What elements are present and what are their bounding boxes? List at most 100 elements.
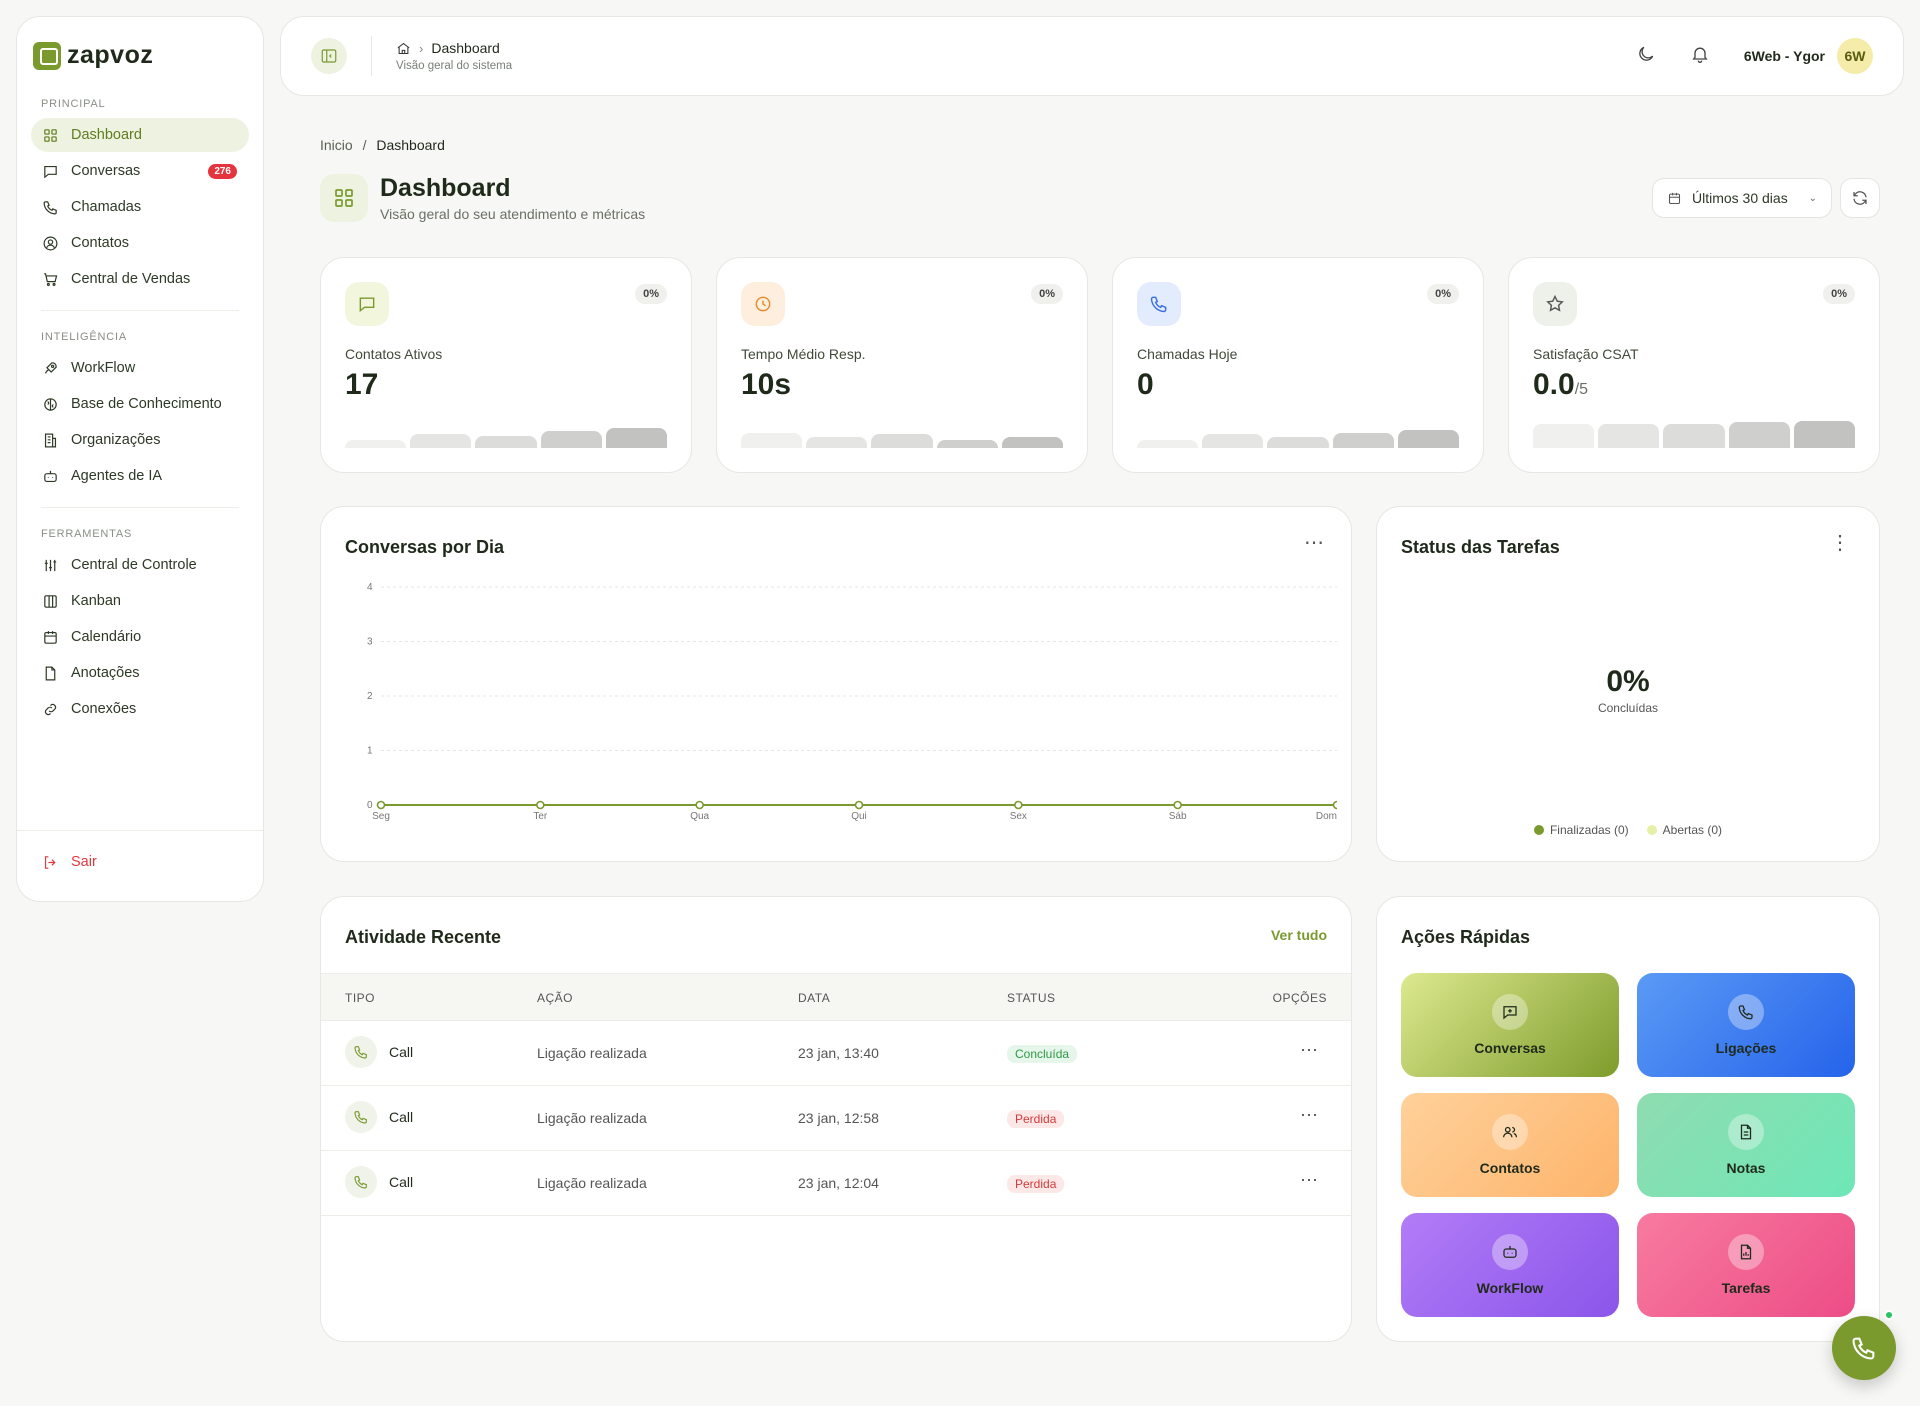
header-breadcrumb: › Dashboard Visão geral do sistema xyxy=(396,40,512,72)
star-icon xyxy=(1533,282,1577,326)
calendar-icon xyxy=(1668,192,1681,204)
stat-suffix: /5 xyxy=(1574,381,1589,398)
sidebar-section-title: FERRAMENTAS xyxy=(41,528,133,540)
conversations-line-chart: 0 1 2 3 4 Seg Ter Qua Qui Sex Sáb Dom xyxy=(367,582,1338,822)
brain-icon xyxy=(41,395,59,413)
stat-label: Tempo Médio Resp. xyxy=(741,346,866,362)
refresh-button[interactable] xyxy=(1840,178,1880,218)
sparkline-bar xyxy=(1202,434,1264,448)
clock-icon xyxy=(741,282,785,326)
sidebar-item-label: Agentes de IA xyxy=(71,468,163,484)
page-title: Dashboard xyxy=(380,174,511,202)
chevron-down-icon: ⌄ xyxy=(1808,192,1817,204)
phone-icon xyxy=(1728,994,1764,1030)
task-legend: Finalizadas (0) Abertas (0) xyxy=(1377,823,1879,837)
quick-action-notas[interactable]: Notas xyxy=(1637,1093,1855,1197)
sidebar-toggle-button[interactable] xyxy=(311,38,347,74)
logout-button[interactable]: Sair xyxy=(31,845,249,879)
header-crumb-subtitle: Visão geral do sistema xyxy=(396,60,513,72)
phone-fab-button[interactable] xyxy=(1832,1316,1896,1380)
row-type-label: Call xyxy=(389,1044,414,1060)
see-all-link[interactable]: Ver tudo xyxy=(1271,927,1327,943)
stat-card: 0% Satisfação CSAT 0.0/5 xyxy=(1508,257,1880,473)
grid-icon xyxy=(320,174,368,222)
data-point[interactable] xyxy=(695,800,704,810)
sidebar-item-chamadas[interactable]: Chamadas xyxy=(31,190,249,224)
table-row[interactable]: Call Ligação realizada 23 jan, 12:04 Per… xyxy=(321,1151,1351,1216)
more-horizontal-icon[interactable]: ⋯ xyxy=(1300,1171,1319,1189)
logo[interactable]: zapvoz xyxy=(31,37,249,92)
sparkline-bar xyxy=(540,431,602,448)
home-icon[interactable] xyxy=(396,41,411,56)
page-header: Dashboard Visão geral do seu atendimento… xyxy=(320,174,645,222)
stat-value: 0.0/5 xyxy=(1533,368,1589,401)
data-point[interactable] xyxy=(1173,800,1182,810)
bell-icon[interactable] xyxy=(1690,44,1710,69)
row-date: 23 jan, 12:58 xyxy=(798,1110,879,1126)
x-tick-label: Seg xyxy=(372,811,390,822)
data-point[interactable] xyxy=(376,800,386,810)
refresh-icon xyxy=(1853,191,1867,205)
file-icon xyxy=(41,664,59,682)
row-action: Ligação realizada xyxy=(537,1045,647,1061)
more-horizontal-icon[interactable]: ⋯ xyxy=(1304,533,1325,553)
more-vertical-icon[interactable]: ⋮ xyxy=(1830,533,1851,553)
period-select[interactable]: Últimos 30 dias ⌄ xyxy=(1652,178,1832,218)
recent-activity-card: Atividade Recente Ver tudo TIPO AÇÃO DAT… xyxy=(320,896,1352,1342)
sidebar-item-label: Conversas xyxy=(71,163,141,179)
quick-action-ligacoes[interactable]: Ligações xyxy=(1637,973,1855,1077)
data-point[interactable] xyxy=(1014,800,1023,810)
breadcrumb-home[interactable]: Inicio xyxy=(320,137,353,153)
quick-action-label: Tarefas xyxy=(1721,1280,1771,1296)
sidebar-item-dashboard[interactable]: Dashboard xyxy=(31,118,249,152)
sidebar-item-agentes-de-ia[interactable]: Agentes de IA xyxy=(31,459,249,493)
sidebar-item-base-de-conhecimento[interactable]: Base de Conhecimento xyxy=(31,387,249,421)
row-date: 23 jan, 12:04 xyxy=(798,1175,879,1191)
phone-icon xyxy=(345,1036,377,1068)
user-menu[interactable]: 6Web - Ygor 6W xyxy=(1744,38,1873,74)
quick-action-contatos[interactable]: Contatos xyxy=(1401,1093,1619,1197)
legend-swatch xyxy=(1646,825,1657,835)
period-value: Últimos 30 dias xyxy=(1692,190,1788,206)
more-horizontal-icon[interactable]: ⋯ xyxy=(1300,1041,1319,1059)
task-percent: 0% xyxy=(1606,665,1650,698)
data-point[interactable] xyxy=(854,800,864,810)
quick-action-tarefas[interactable]: Tarefas xyxy=(1637,1213,1855,1317)
column-header: STATUS xyxy=(1007,991,1056,1005)
breadcrumb: Inicio / Dashboard xyxy=(320,137,445,153)
sidebar-item-contatos[interactable]: Contatos xyxy=(31,226,249,260)
sidebar-item-label: Anotações xyxy=(71,665,140,681)
sidebar-item-organizacoes[interactable]: Organizações xyxy=(31,423,249,457)
sidebar-item-central-de-vendas[interactable]: Central de Vendas xyxy=(31,262,249,296)
stat-label: Contatos Ativos xyxy=(345,346,443,362)
sidebar-item-kanban[interactable]: Kanban xyxy=(31,584,249,618)
sidebar-item-calendario[interactable]: Calendário xyxy=(31,620,249,654)
stat-label: Chamadas Hoje xyxy=(1137,346,1238,362)
legend-swatch xyxy=(1533,825,1544,835)
data-point[interactable] xyxy=(536,800,545,810)
sidebar-item-conexoes[interactable]: Conexões xyxy=(31,692,249,726)
table-row[interactable]: Call Ligação realizada 23 jan, 12:58 Per… xyxy=(321,1086,1351,1151)
moon-icon[interactable] xyxy=(1636,44,1656,69)
table-row[interactable]: Call Ligação realizada 23 jan, 13:40 Con… xyxy=(321,1021,1351,1086)
sparkline-bar xyxy=(1598,424,1660,448)
row-type: Call xyxy=(345,1101,413,1133)
quick-action-conversas[interactable]: Conversas xyxy=(1401,973,1619,1077)
more-horizontal-icon[interactable]: ⋯ xyxy=(1300,1106,1319,1124)
x-tick-label: Qui xyxy=(851,811,867,822)
quick-action-workflow[interactable]: WorkFlow xyxy=(1401,1213,1619,1317)
chat-plus-icon xyxy=(1492,994,1528,1030)
stat-label: Satisfação CSAT xyxy=(1533,346,1639,362)
sidebar-item-anotacoes[interactable]: Anotações xyxy=(31,656,249,690)
data-point[interactable] xyxy=(1332,800,1338,810)
sidebar-item-central-de-controle[interactable]: Central de Controle xyxy=(31,548,249,582)
link-icon xyxy=(41,700,59,718)
chevron-right-icon: › xyxy=(419,40,424,56)
legend-label: Abertas (0) xyxy=(1662,823,1723,837)
x-tick-label: Sáb xyxy=(1169,811,1187,822)
sparkline-bar xyxy=(1793,421,1856,448)
sidebar-item-conversas[interactable]: Conversas 276 xyxy=(31,154,249,188)
row-type-label: Call xyxy=(389,1109,414,1125)
stat-value: 0 xyxy=(1137,368,1154,401)
sidebar-item-workflow[interactable]: WorkFlow xyxy=(31,351,249,385)
